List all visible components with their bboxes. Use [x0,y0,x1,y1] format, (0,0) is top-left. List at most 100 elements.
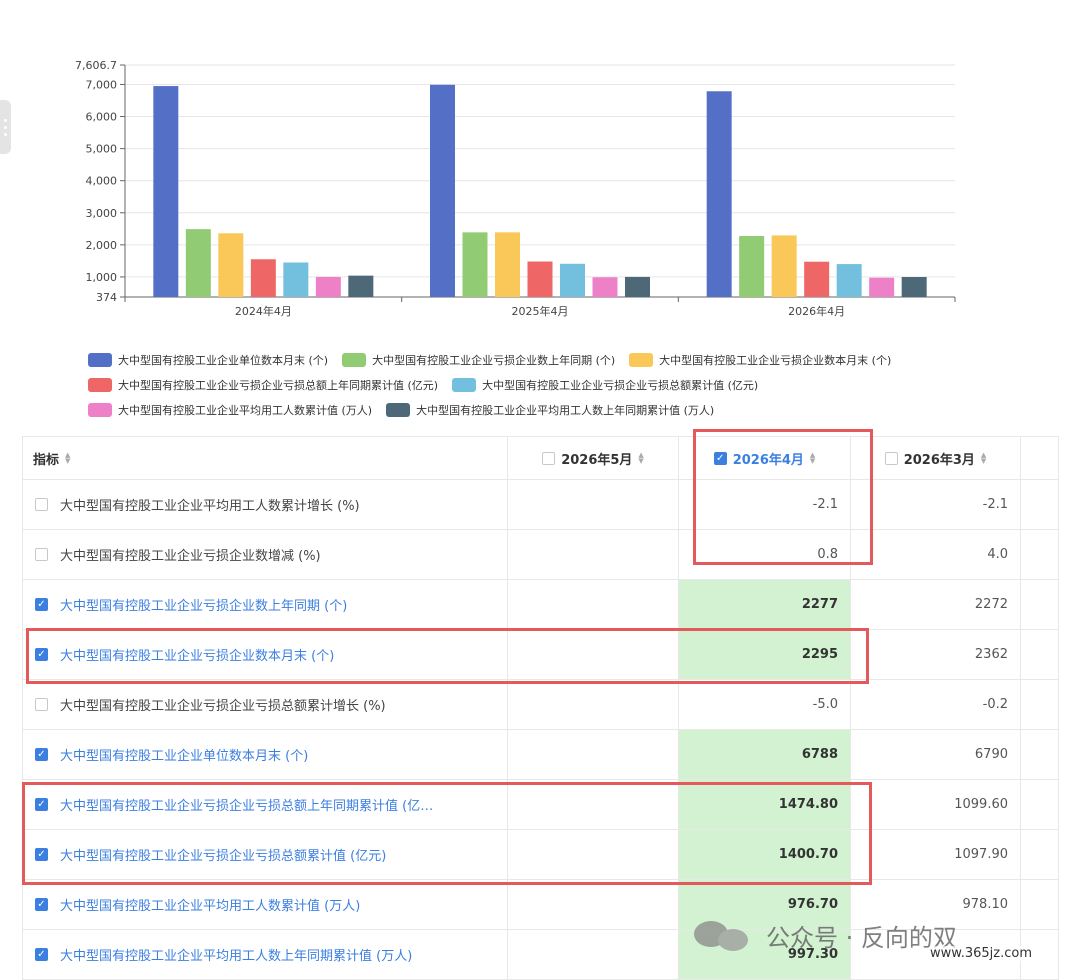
extra-cell [1020,729,1059,780]
indicator-cell[interactable]: ✓ 大中型国有控股工业企业亏损企业数上年同期 (个) [22,579,508,630]
value-may [507,779,679,830]
y-tick-label: 1,000 [86,271,118,284]
bar [560,263,585,297]
extra-cell [1020,679,1059,730]
value-may [507,729,679,780]
row-checkbox[interactable]: ✓ [35,898,48,911]
row-checkbox[interactable]: ✓ [35,748,48,761]
indicator-cell[interactable]: ✓ 大中型国有控股工业企业亏损企业数本月末 (个) [22,629,508,680]
indicator-name: 大中型国有控股工业企业亏损企业数增减 (%) [60,549,321,564]
x-tick-label: 2026年4月 [788,304,845,318]
header-may-label: 2026年5月 [561,452,633,468]
table-row[interactable]: 大中型国有控股工业企业平均用工人数累计增长 (%) -2.1 -2.1 [22,479,1059,530]
sort-icon[interactable]: ▲ ▼ [981,452,986,465]
legend-item-loss-amt[interactable]: 大中型国有控股工业企业亏损企业亏损总额累计值 (亿元) [452,377,758,393]
bar [706,91,732,297]
legend-row-1: 大中型国有控股工业企业单位数本月末 (个) 大中型国有控股工业企业亏损企业数上年… [88,347,1048,372]
table-row[interactable]: ✓ 大中型国有控股工业企业单位数本月末 (个) 6788 6790 [22,729,1059,780]
row-checkbox[interactable]: ✓ [35,798,48,811]
column-checkbox-mar[interactable] [884,451,898,465]
indicator-cell[interactable]: ✓ 大中型国有控股工业企业平均用工人数累计值 (万人) [22,879,508,930]
watermark-url: www.365jz.com [930,946,1032,961]
table-row[interactable]: 大中型国有控股工业企业亏损企业亏损总额累计增长 (%) -5.0 -0.2 [22,679,1059,730]
table-row[interactable]: ✓ 大中型国有控股工业企业亏损企业亏损总额累计值 (亿元) 1400.70 1097.… [22,829,1059,880]
y-tick-label: 374 [96,291,117,304]
header-may[interactable]: 2026年5月 ▲ ▼ [507,436,679,480]
column-checkbox-may[interactable] [542,451,556,465]
indicator-cell[interactable]: ✓ 大中型国有控股工业企业平均用工人数上年同期累计值 (万人) [22,929,508,980]
header-indicator[interactable]: 指标 ▲ ▼ [22,436,508,480]
wechat-logo-icon [690,915,760,955]
extra-cell [1020,529,1059,580]
indicator-cell[interactable]: ✓ 大中型国有控股工业企业亏损企业亏损总额上年同期累计值 (亿… [22,779,508,830]
legend-swatch-loss-amt-prev [88,377,112,392]
value-mar: 1099.60 [850,779,1021,830]
legend-row-3: 大中型国有控股工业企业平均用工人数累计值 (万人) 大中型国有控股工业企业平均用… [88,397,1048,422]
bar [348,275,374,297]
indicator-name: 大中型国有控股工业企业亏损企业亏损总额累计值 (亿元) [60,849,387,864]
bar [462,232,488,297]
indicator-cell[interactable]: 大中型国有控股工业企业亏损企业数增减 (%) [22,529,508,580]
indicator-name: 大中型国有控股工业企业单位数本月末 (个) [60,749,309,764]
row-checkbox[interactable] [35,698,48,711]
indicator-name: 大中型国有控股工业企业平均用工人数累计增长 (%) [60,499,360,514]
header-mar[interactable]: 2026年3月 ▲ ▼ [850,436,1021,480]
y-tick-label: 7,606.7 [75,59,117,72]
indicator-cell[interactable]: ✓ 大中型国有控股工业企业亏损企业亏损总额累计值 (亿元) [22,829,508,880]
legend-item-loss-amt-prev[interactable]: 大中型国有控股工业企业亏损企业亏损总额上年同期累计值 (亿元) [88,377,438,393]
value-apr: -5.0 [678,679,851,730]
table-header-row: 指标 ▲ ▼ 2026年5月 ▲ ▼ ✓ 2026年4月 ▲ ▼ 2026年3月… [22,436,1059,480]
table-row[interactable]: ✓ 大中型国有控股工业企业亏损企业数本月末 (个) 2295 2362 [22,629,1059,680]
legend-swatch-loss-prev [342,352,367,367]
header-extra [1020,436,1059,480]
row-checkbox[interactable]: ✓ [35,948,48,961]
bar [804,261,830,297]
column-checkbox-apr[interactable]: ✓ [713,451,727,465]
bar [218,233,244,297]
row-checkbox[interactable]: ✓ [35,648,48,661]
legend-item-workers[interactable]: 大中型国有控股工业企业平均用工人数累计值 (万人) [88,402,372,418]
value-mar: 6790 [850,729,1021,780]
indicator-cell[interactable]: 大中型国有控股工业企业平均用工人数累计增长 (%) [22,479,508,530]
legend-label-loss-amt-prev: 大中型国有控股工业企业亏损企业亏损总额上年同期累计值 (亿元) [118,378,439,392]
legend-label-loss-now: 大中型国有控股工业企业亏损企业数本月末 (个) [659,353,892,367]
table-row[interactable]: ✓ 大中型国有控股工业企业亏损企业亏损总额上年同期累计值 (亿… 1474.80 10… [22,779,1059,830]
row-checkbox[interactable] [35,498,48,511]
bar [771,235,797,297]
bar [185,229,211,297]
header-apr[interactable]: ✓ 2026年4月 ▲ ▼ [678,436,851,480]
extra-cell [1020,479,1059,530]
sort-icon[interactable]: ▲ ▼ [810,452,815,465]
value-may [507,479,679,530]
indicator-name: 大中型国有控股工业企业亏损企业亏损总额累计增长 (%) [60,699,386,714]
row-checkbox[interactable]: ✓ [35,598,48,611]
legend-swatch-loss-amt [452,377,477,392]
legend-row-2: 大中型国有控股工业企业亏损企业亏损总额上年同期累计值 (亿元) 大中型国有控股工… [88,372,1048,397]
legend-item-units[interactable]: 大中型国有控股工业企业单位数本月末 (个) [88,352,328,368]
value-may [507,829,679,880]
bar [315,276,341,297]
sort-icon[interactable]: ▲ ▼ [638,452,643,465]
legend-label-workers: 大中型国有控股工业企业平均用工人数累计值 (万人) [118,403,373,417]
chart-legend: 大中型国有控股工业企业单位数本月末 (个) 大中型国有控股工业企业亏损企业数上年… [88,347,1048,422]
legend-label-loss-amt: 大中型国有控股工业企业亏损企业亏损总额累计值 (亿元) [482,378,759,392]
indicator-cell[interactable]: ✓ 大中型国有控股工业企业单位数本月末 (个) [22,729,508,780]
sort-icon[interactable]: ▲ ▼ [65,452,70,465]
value-apr: 1474.80 [678,779,851,830]
bar [283,262,309,297]
legend-label-workers-prev: 大中型国有控股工业企业平均用工人数上年同期累计值 (万人) [416,403,715,417]
value-apr: 1400.70 [678,829,851,880]
value-apr: -2.1 [678,479,851,530]
legend-item-loss-prev[interactable]: 大中型国有控股工业企业亏损企业数上年同期 (个) [342,352,615,368]
legend-item-workers-prev[interactable]: 大中型国有控股工业企业平均用工人数上年同期累计值 (万人) [386,402,714,418]
value-may [507,879,679,930]
indicator-cell[interactable]: 大中型国有控股工业企业亏损企业亏损总额累计增长 (%) [22,679,508,730]
row-checkbox[interactable] [35,548,48,561]
value-mar: 2362 [850,629,1021,680]
indicator-name: 大中型国有控股工业企业亏损企业数上年同期 (个) [60,599,348,614]
table-row[interactable]: ✓ 大中型国有控股工业企业亏损企业数上年同期 (个) 2277 2272 [22,579,1059,630]
table-row[interactable]: 大中型国有控股工业企业亏损企业数增减 (%) 0.8 4.0 [22,529,1059,580]
legend-item-loss-now[interactable]: 大中型国有控股工业企业亏损企业数本月末 (个) [629,352,891,368]
bar [739,235,765,297]
row-checkbox[interactable]: ✓ [35,848,48,861]
